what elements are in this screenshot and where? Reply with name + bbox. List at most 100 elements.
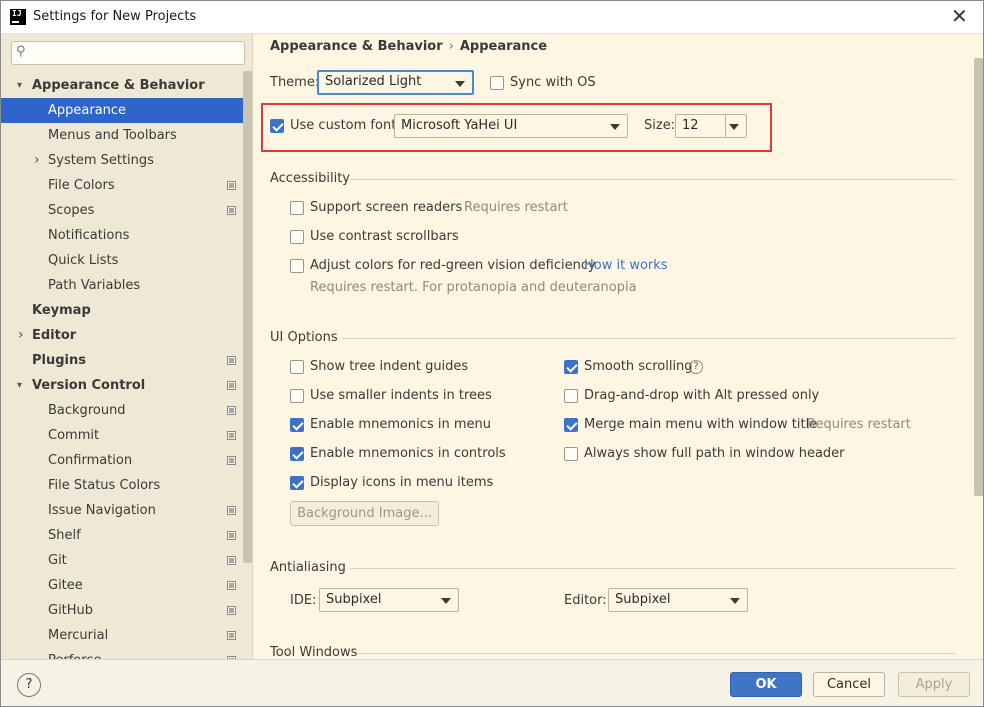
smooth-scrolling-checkbox[interactable]	[564, 360, 578, 374]
sidebar-item-commit[interactable]: Commit	[1, 423, 243, 448]
project-scope-icon	[227, 531, 236, 540]
settings-dialog: IJ Settings for New Projects ✕ ⚲ ▾ Appea…	[0, 0, 984, 707]
font-size-combo[interactable]: 12	[675, 114, 747, 138]
close-icon[interactable]: ✕	[951, 5, 968, 27]
sidebar-item-file-colors[interactable]: File Colors	[1, 173, 243, 198]
screen-readers-checkbox[interactable]	[290, 201, 304, 215]
font-size-label: Size:	[644, 118, 676, 133]
sidebar-item-label: Shelf	[48, 528, 81, 543]
sidebar-item-label: Perforce	[48, 648, 101, 659]
ui-options-divider	[342, 338, 955, 339]
editor-antialiasing-dropdown[interactable]: Subpixel	[608, 588, 748, 612]
sidebar-item-perforce[interactable]: Perforce	[1, 648, 243, 659]
ok-button[interactable]: OK	[730, 672, 802, 697]
tool-windows-title: Tool Windows	[270, 645, 358, 659]
cancel-button[interactable]: Cancel	[813, 672, 885, 697]
font-dropdown[interactable]: Microsoft YaHei UI	[394, 114, 628, 138]
sidebar-item-appearance-behavior[interactable]: ▾ Appearance & Behavior	[1, 73, 243, 98]
screen-readers-label: Support screen readers	[310, 200, 463, 215]
mnemonics-menu-checkbox[interactable]	[290, 418, 304, 432]
breadcrumb-parent[interactable]: Appearance & Behavior	[270, 39, 443, 54]
chevron-down-icon[interactable]: ▾	[17, 73, 22, 98]
sidebar-scrollbar[interactable]	[243, 71, 252, 563]
sidebar-item-version-control[interactable]: ▾ Version Control	[1, 373, 243, 398]
sidebar-item-label: Quick Lists	[48, 253, 119, 268]
adjust-colors-hint: Requires restart. For protanopia and deu…	[310, 280, 637, 295]
ide-antialiasing-value: Subpixel	[326, 592, 382, 607]
settings-tree: ▾ Appearance & Behavior Appearance Menus…	[1, 73, 243, 659]
chevron-right-icon[interactable]: ›	[34, 148, 40, 173]
tree-indent-guides-checkbox[interactable]	[290, 360, 304, 374]
apply-button[interactable]: Apply	[898, 672, 970, 697]
full-path-header-checkbox[interactable]	[564, 447, 578, 461]
sidebar-item-appearance[interactable]: Appearance	[1, 98, 243, 123]
sidebar-item-label: Mercurial	[48, 628, 109, 643]
merge-main-menu-checkbox[interactable]	[564, 418, 578, 432]
search-field[interactable]: ⚲	[11, 41, 245, 65]
merge-main-menu-hint: Requires restart	[807, 417, 911, 432]
ide-antialiasing-label: IDE:	[290, 593, 317, 608]
project-scope-icon	[227, 406, 236, 415]
sidebar-item-background[interactable]: Background	[1, 398, 243, 423]
sidebar-item-git[interactable]: Git	[1, 548, 243, 573]
adjust-colors-checkbox[interactable]	[290, 259, 304, 273]
content-scrollbar[interactable]	[974, 58, 983, 496]
help-icon[interactable]: ?	[689, 360, 703, 374]
sidebar-item-path-variables[interactable]: Path Variables	[1, 273, 243, 298]
sidebar-item-label: Appearance & Behavior	[32, 78, 205, 93]
sidebar-item-system-settings[interactable]: › System Settings	[1, 148, 243, 173]
chevron-down-icon[interactable]: ▾	[17, 373, 22, 398]
project-scope-icon	[227, 356, 236, 365]
custom-font-checkbox[interactable]	[270, 119, 284, 133]
sidebar-item-editor[interactable]: › Editor	[1, 323, 243, 348]
ide-antialiasing-dropdown[interactable]: Subpixel	[319, 588, 459, 612]
dialog-button-bar: ? OK Cancel Apply	[1, 659, 983, 706]
sidebar-item-issue-navigation[interactable]: Issue Navigation	[1, 498, 243, 523]
sidebar-item-notifications[interactable]: Notifications	[1, 223, 243, 248]
sidebar-item-menus-toolbars[interactable]: Menus and Toolbars	[1, 123, 243, 148]
sidebar-item-scopes[interactable]: Scopes	[1, 198, 243, 223]
mnemonics-controls-label: Enable mnemonics in controls	[310, 446, 506, 461]
sidebar-item-keymap[interactable]: Keymap	[1, 298, 243, 323]
editor-antialiasing-value: Subpixel	[615, 592, 671, 607]
accessibility-title: Accessibility	[270, 171, 350, 186]
intellij-app-icon: IJ	[10, 9, 26, 25]
theme-dropdown[interactable]: Solarized Light	[317, 70, 474, 95]
sidebar-item-label: Commit	[48, 428, 100, 443]
antialiasing-divider	[350, 568, 955, 569]
sidebar-item-plugins[interactable]: Plugins	[1, 348, 243, 373]
sidebar-item-mercurial[interactable]: Mercurial	[1, 623, 243, 648]
search-icon: ⚲	[16, 44, 26, 59]
sidebar-item-label: Keymap	[32, 303, 91, 318]
sidebar-item-github[interactable]: GitHub	[1, 598, 243, 623]
sidebar-item-label: Background	[48, 403, 126, 418]
smaller-indents-checkbox[interactable]	[290, 389, 304, 403]
font-size-value: 12	[682, 118, 699, 133]
background-image-button[interactable]: Background Image...	[290, 501, 439, 526]
sidebar-item-shelf[interactable]: Shelf	[1, 523, 243, 548]
project-scope-icon	[227, 431, 236, 440]
mnemonics-controls-checkbox[interactable]	[290, 447, 304, 461]
search-input[interactable]	[34, 44, 234, 62]
project-scope-icon	[227, 381, 236, 390]
how-it-works-link[interactable]: How it works	[584, 258, 668, 273]
drag-drop-alt-checkbox[interactable]	[564, 389, 578, 403]
sidebar-item-file-status-colors[interactable]: File Status Colors	[1, 473, 243, 498]
chevron-right-icon[interactable]: ›	[18, 323, 24, 348]
sidebar-item-gitee[interactable]: Gitee	[1, 573, 243, 598]
sidebar-item-quick-lists[interactable]: Quick Lists	[1, 248, 243, 273]
chevron-down-icon[interactable]	[729, 124, 739, 130]
help-button[interactable]: ?	[17, 673, 41, 697]
chevron-down-icon	[610, 124, 620, 130]
sidebar-item-label: Git	[48, 553, 67, 568]
theme-value: Solarized Light	[325, 74, 422, 89]
sidebar-item-label: GitHub	[48, 603, 94, 618]
title-bar: IJ Settings for New Projects ✕	[1, 1, 983, 34]
contrast-scrollbars-checkbox[interactable]	[290, 230, 304, 244]
sidebar-item-confirmation[interactable]: Confirmation	[1, 448, 243, 473]
menu-icons-checkbox[interactable]	[290, 476, 304, 490]
ui-options-title: UI Options	[270, 330, 338, 345]
appearance-panel: Appearance & Behavior › Appearance Theme: …	[254, 34, 983, 659]
sync-os-checkbox[interactable]	[490, 76, 504, 90]
project-scope-icon	[227, 506, 236, 515]
